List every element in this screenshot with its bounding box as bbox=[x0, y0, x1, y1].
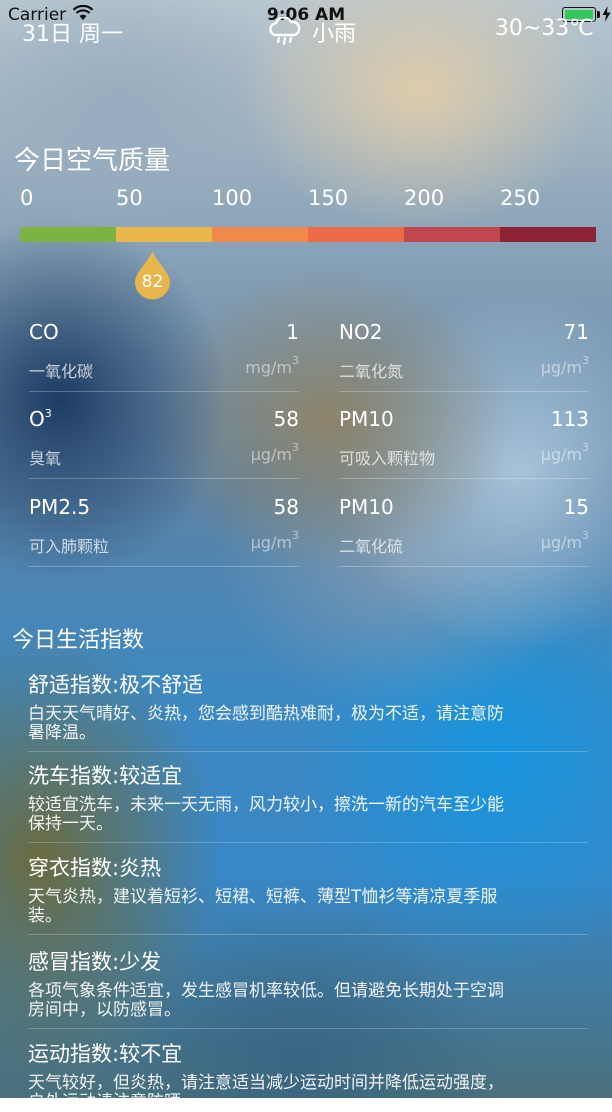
aqi-scale-label: 150 bbox=[308, 186, 349, 210]
condition-label: 小雨 bbox=[312, 22, 357, 47]
divider bbox=[339, 391, 589, 392]
pollutant-unit: μg/m3 bbox=[540, 441, 589, 464]
aqi-scale-label: 0 bbox=[20, 186, 34, 210]
pollutant-name: CO bbox=[29, 320, 59, 344]
divider bbox=[28, 934, 588, 935]
pollutant-card-pm10: PM10 113 可吸入颗粒物 μg/m3 bbox=[339, 407, 589, 479]
life-index-item-desc: 各项气象条件适宜，发生感冒机率较低。但请避免长期处于空调 房间中，以防感冒。 bbox=[28, 981, 504, 1020]
life-index-item-desc: 白天天气晴好、炎热，您会感到酷热难耐，极为不适，请注意防 暑降温。 bbox=[28, 704, 504, 743]
pollutant-unit: μg/m3 bbox=[250, 529, 299, 552]
pollutant-card-o3: O3 58 臭氧 μg/m3 bbox=[29, 407, 299, 479]
weather-condition: 小雨 bbox=[266, 16, 356, 48]
life-index-item-desc: 较适宜洗车，未来一天无雨，风力较小，擦洗一新的汽车至少能 保持一天。 bbox=[28, 795, 504, 834]
pollutant-unit: μg/m3 bbox=[540, 529, 589, 552]
divider bbox=[29, 478, 299, 479]
aqi-scale-label: 250 bbox=[500, 186, 541, 210]
pollutant-value: 71 bbox=[563, 320, 589, 344]
life-index-item-title: 洗车指数:较适宜 bbox=[28, 764, 183, 788]
pollutant-name: PM2.5 bbox=[29, 495, 91, 519]
cloud-rain-icon bbox=[269, 17, 301, 46]
life-index-item-dressing: 穿衣指数:炎热 天气炎热，建议着短衫、短裙、短裤、薄型T恤衫等清凉夏季服 装。 bbox=[28, 856, 588, 935]
temperature-range: 30~33℃ bbox=[494, 16, 594, 41]
pollutant-card-pm25: PM2.5 58 可入肺颗粒 μg/m3 bbox=[29, 495, 299, 567]
pollutant-name: PM10 bbox=[339, 495, 394, 519]
life-index-item-carwash: 洗车指数:较适宜 较适宜洗车，未来一天无雨，风力较小，擦洗一新的汽车至少能 保持一… bbox=[28, 764, 588, 843]
divider bbox=[28, 1028, 588, 1029]
weather-summary: 31日 周一 小雨 30~33℃ bbox=[0, 14, 612, 48]
aqi-scale-label: 200 bbox=[404, 186, 445, 210]
life-index-item-title: 感冒指数:少发 bbox=[28, 950, 162, 974]
pollutant-chinese-name: 一氧化碳 bbox=[29, 362, 94, 381]
pollutant-chinese-name: 二氧化硫 bbox=[339, 537, 404, 556]
aqi-segment-medium bbox=[308, 227, 404, 242]
pollutant-value: 15 bbox=[563, 495, 589, 519]
life-index-item-comfort: 舒适指数:极不舒适 白天天气晴好、炎热，您会感到酷热难耐，极为不适，请注意防 暑降… bbox=[28, 673, 588, 752]
aqi-segment-good bbox=[20, 227, 116, 242]
divider bbox=[29, 391, 299, 392]
pollutant-chinese-name: 可吸入颗粒物 bbox=[339, 449, 436, 468]
pollutant-chinese-name: 二氧化氮 bbox=[339, 362, 404, 381]
date-label: 31日 周一 bbox=[22, 22, 123, 47]
aqi-color-scale bbox=[20, 227, 596, 242]
pollutant-unit: mg/m3 bbox=[245, 354, 299, 377]
pollutant-name: PM10 bbox=[339, 407, 394, 431]
pollutant-value: 113 bbox=[550, 407, 589, 431]
life-index-item-title: 运动指数:较不宜 bbox=[28, 1042, 183, 1066]
life-index-item-sport: 运动指数:较不宜 天气较好，但炎热，请注意适当减少运动时间并降低运动强度， 户外运… bbox=[28, 1042, 588, 1112]
aqi-value: 82 bbox=[141, 272, 164, 292]
aqi-scale-label: 100 bbox=[212, 186, 253, 210]
divider bbox=[339, 478, 589, 479]
aqi-segment-severe bbox=[500, 227, 596, 242]
pollutant-chinese-name: 臭氧 bbox=[29, 449, 62, 468]
aqi-segment-heavy bbox=[404, 227, 500, 242]
life-index-title: 今日生活指数 bbox=[12, 628, 145, 653]
life-index-item-desc: 天气较好，但炎热，请注意适当减少运动时间并降低运动强度， 户外运动请注意防晒。 bbox=[28, 1073, 504, 1112]
life-index-item-title: 舒适指数:极不舒适 bbox=[28, 673, 204, 697]
pollutant-unit: μg/m3 bbox=[540, 354, 589, 377]
pollutant-card-no2: NO2 71 二氧化氮 μg/m3 bbox=[339, 320, 589, 392]
aqi-scale-label: 50 bbox=[116, 186, 143, 210]
pollutant-unit: μg/m3 bbox=[250, 441, 299, 464]
pollutant-value: 1 bbox=[286, 320, 299, 344]
pollutant-value: 58 bbox=[273, 495, 299, 519]
aqi-segment-moderate bbox=[116, 227, 212, 242]
divider bbox=[339, 566, 589, 567]
aqi-segment-light bbox=[212, 227, 308, 242]
life-index-item-cold: 感冒指数:少发 各项气象条件适宜，发生感冒机率较低。但请避免长期处于空调 房间中，… bbox=[28, 950, 588, 1029]
divider bbox=[29, 566, 299, 567]
life-index-item-title: 穿衣指数:炎热 bbox=[28, 856, 162, 880]
air-quality-title: 今日空气质量 bbox=[14, 146, 171, 176]
pollutant-name: NO2 bbox=[339, 320, 383, 344]
divider bbox=[28, 842, 588, 843]
pollutant-value: 58 bbox=[273, 407, 299, 431]
life-index-item-desc: 天气炎热，建议着短衫、短裙、短裤、薄型T恤衫等清凉夏季服 装。 bbox=[28, 887, 498, 926]
divider bbox=[28, 751, 588, 752]
pollutant-card-so2: PM10 15 二氧化硫 μg/m3 bbox=[339, 495, 589, 567]
pollutant-chinese-name: 可入肺颗粒 bbox=[29, 537, 110, 556]
pollutant-name: O3 bbox=[29, 407, 52, 431]
pollutant-card-co: CO 1 一氧化碳 mg/m3 bbox=[29, 320, 299, 392]
